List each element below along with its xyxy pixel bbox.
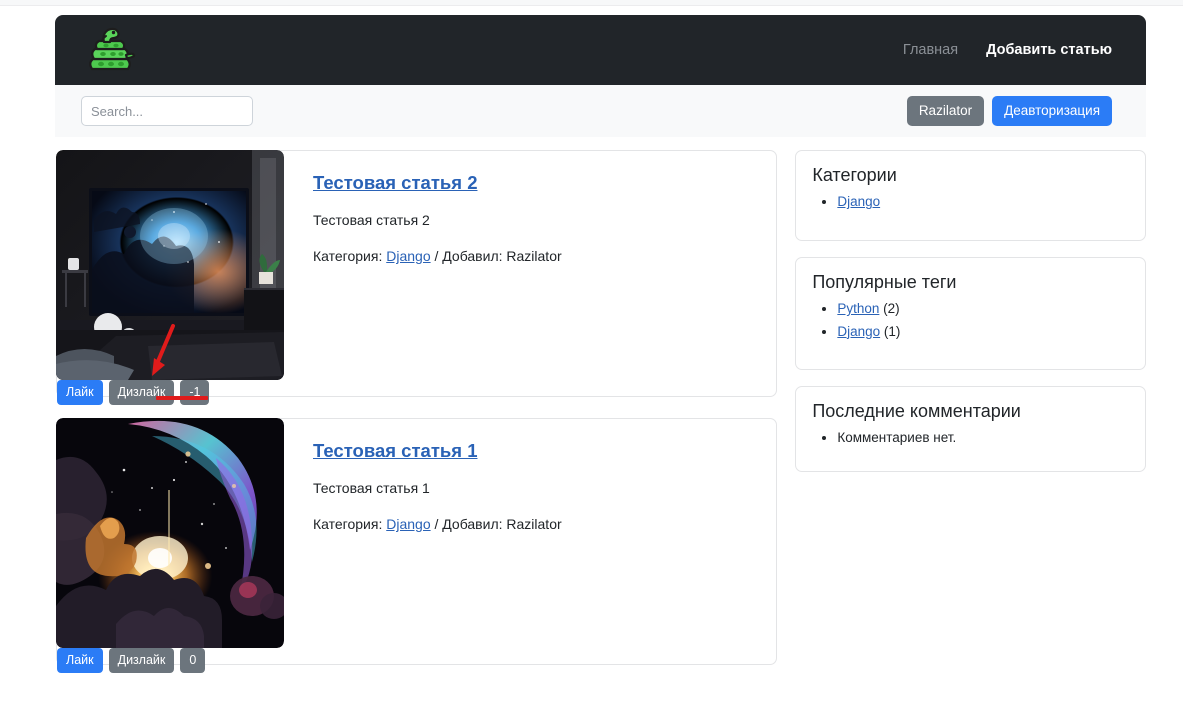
- article-body: Тестовая статья 2 Тестовая статья 2 Кате…: [284, 151, 776, 396]
- article-meta: Категория: Django / Добавил: Razilator: [313, 248, 756, 264]
- article-body: Тестовая статья 1 Тестовая статья 1 Кате…: [284, 419, 776, 664]
- meta-separator: / Добавил:: [430, 248, 507, 264]
- comments-list: Комментариев нет.: [812, 428, 1129, 448]
- categories-title: Категории: [812, 165, 897, 185]
- article-excerpt: Тестовая статья 2: [313, 212, 430, 228]
- site-logo[interactable]: [81, 24, 139, 76]
- categories-list: Django: [812, 192, 1129, 212]
- green-snake-logo-icon: [84, 25, 136, 75]
- article-excerpt: Тестовая статья 1: [313, 480, 430, 496]
- list-item: Django (1): [837, 322, 1129, 342]
- article-list: Лайк Дизлайк -1 Тестовая статья 2 Тестов…: [56, 150, 778, 686]
- meta-category-label: Категория:: [313, 248, 387, 264]
- comments-title: Последние комментарии: [812, 401, 1021, 421]
- page-shell: Главная Добавить статью Razilator Деавто…: [55, 15, 1146, 686]
- meta-author: Razilator: [506, 516, 562, 532]
- nav-link-home[interactable]: Главная: [903, 42, 958, 58]
- tag-count-django: (1): [880, 323, 901, 339]
- tag-link-django[interactable]: Django: [837, 324, 880, 339]
- search-input[interactable]: [81, 96, 253, 126]
- article-title-link[interactable]: Тестовая статья 2: [313, 172, 477, 194]
- like-button[interactable]: Лайк: [57, 648, 103, 673]
- tags-list: Python (2) Django (1): [812, 299, 1129, 341]
- meta-category-label: Категория:: [313, 516, 387, 532]
- tag-link-python[interactable]: Python: [837, 301, 879, 316]
- content-area: Лайк Дизлайк -1 Тестовая статья 2 Тестов…: [55, 150, 1146, 686]
- sidebar-card-comments: Последние комментарии Комментариев нет.: [795, 386, 1146, 472]
- list-item: Python (2): [837, 299, 1129, 319]
- meta-separator: / Добавил:: [430, 516, 507, 532]
- nav-links: Главная Добавить статью: [903, 42, 1124, 58]
- sidebar: Категории Django Популярные теги Python …: [795, 150, 1146, 686]
- tag-count-python: (2): [879, 301, 900, 316]
- rating-count: -1: [180, 380, 210, 405]
- article-thumbnail[interactable]: [56, 418, 284, 648]
- sidebar-card-tags: Популярные теги Python (2) Django (1): [795, 257, 1146, 370]
- dislike-button[interactable]: Дизлайк: [108, 380, 175, 405]
- nav-link-add-article[interactable]: Добавить статью: [986, 42, 1112, 58]
- tags-title: Популярные теги: [812, 272, 957, 292]
- article-thumbnail-wrap: Лайк Дизлайк 0: [56, 418, 284, 673]
- article-thumbnail[interactable]: [56, 150, 284, 380]
- meta-category-link[interactable]: Django: [386, 248, 430, 264]
- sidebar-card-categories: Категории Django: [795, 150, 1146, 241]
- rating-controls: Лайк Дизлайк 0: [57, 648, 206, 673]
- list-item: Комментариев нет.: [837, 428, 1129, 448]
- category-link-django[interactable]: Django: [837, 194, 880, 209]
- account-actions: Razilator Деавторизация: [906, 96, 1124, 126]
- meta-category-link[interactable]: Django: [386, 516, 430, 532]
- logout-button[interactable]: Деавторизация: [992, 96, 1112, 126]
- article-meta: Категория: Django / Добавил: Razilator: [313, 516, 756, 532]
- top-strip: [0, 0, 1183, 6]
- article-card: Лайк Дизлайк 0 Тестовая статья 1 Тестова…: [56, 418, 778, 673]
- meta-author: Razilator: [506, 248, 562, 264]
- dislike-button[interactable]: Дизлайк: [108, 648, 175, 673]
- article-card: Лайк Дизлайк -1 Тестовая статья 2 Тестов…: [56, 150, 778, 405]
- username-button[interactable]: Razilator: [906, 96, 985, 126]
- page-root: Главная Добавить статью Razilator Деавто…: [0, 0, 1183, 720]
- like-button[interactable]: Лайк: [57, 380, 103, 405]
- rating-count: 0: [180, 648, 206, 673]
- list-item: Django: [837, 192, 1129, 212]
- article-title-link[interactable]: Тестовая статья 1: [313, 440, 477, 462]
- rating-controls: Лайк Дизлайк -1: [57, 380, 210, 405]
- search-bar: Razilator Деавторизация: [55, 85, 1146, 137]
- article-thumbnail-wrap: Лайк Дизлайк -1: [56, 150, 284, 405]
- navbar: Главная Добавить статью: [55, 15, 1146, 85]
